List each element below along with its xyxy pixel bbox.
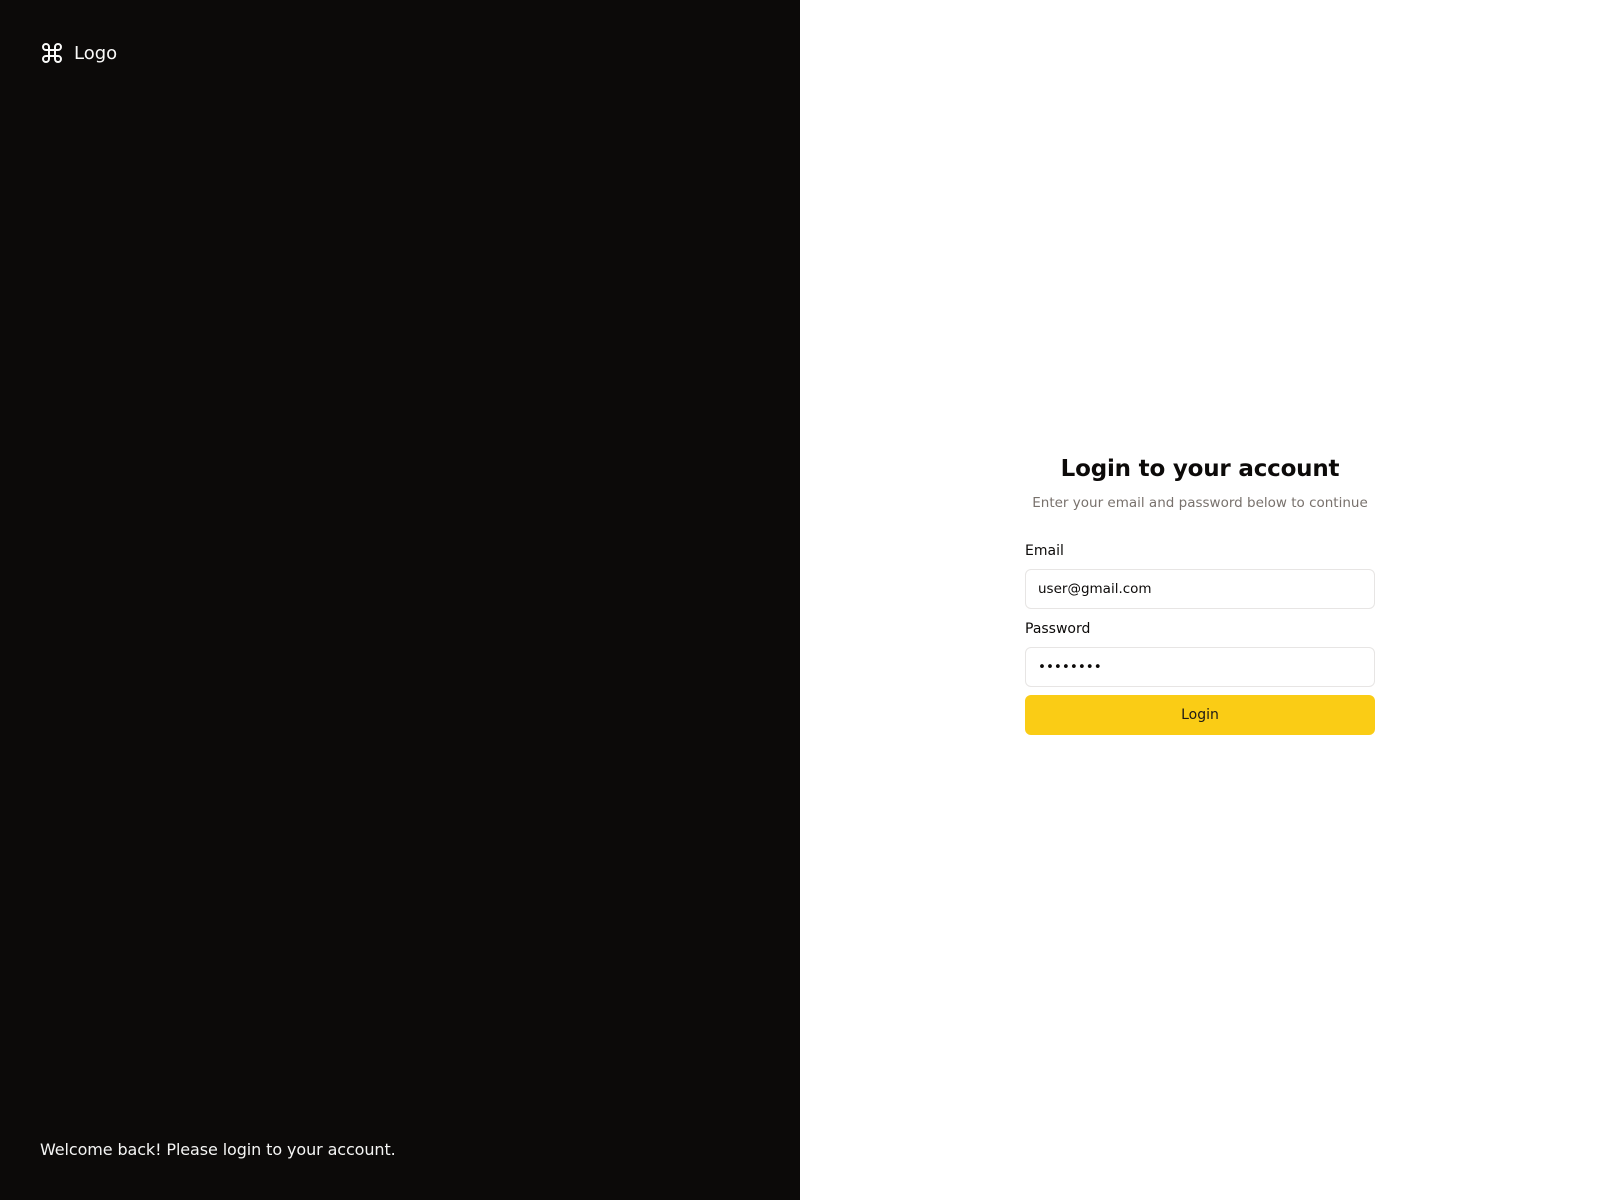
form-subtitle: Enter your email and password below to c… (1032, 495, 1368, 511)
login-page: Logo Welcome back! Please login to your … (0, 0, 1600, 1200)
form-title: Login to your account (1060, 456, 1340, 482)
welcome-message: Welcome back! Please login to your accou… (40, 1140, 396, 1159)
email-label: Email (1025, 543, 1064, 559)
form-panel: Login to your account Enter your email a… (800, 0, 1600, 1200)
brand-name: Logo (74, 42, 118, 64)
email-input[interactable] (1025, 569, 1375, 609)
login-button[interactable]: Login (1025, 695, 1375, 735)
password-label: Password (1025, 621, 1091, 637)
password-input[interactable] (1025, 647, 1375, 687)
brand-panel: Logo Welcome back! Please login to your … (0, 0, 800, 1200)
login-form: Login to your account Enter your email a… (1025, 456, 1375, 735)
brand-logo[interactable]: Logo (40, 41, 117, 65)
command-icon (40, 41, 64, 65)
